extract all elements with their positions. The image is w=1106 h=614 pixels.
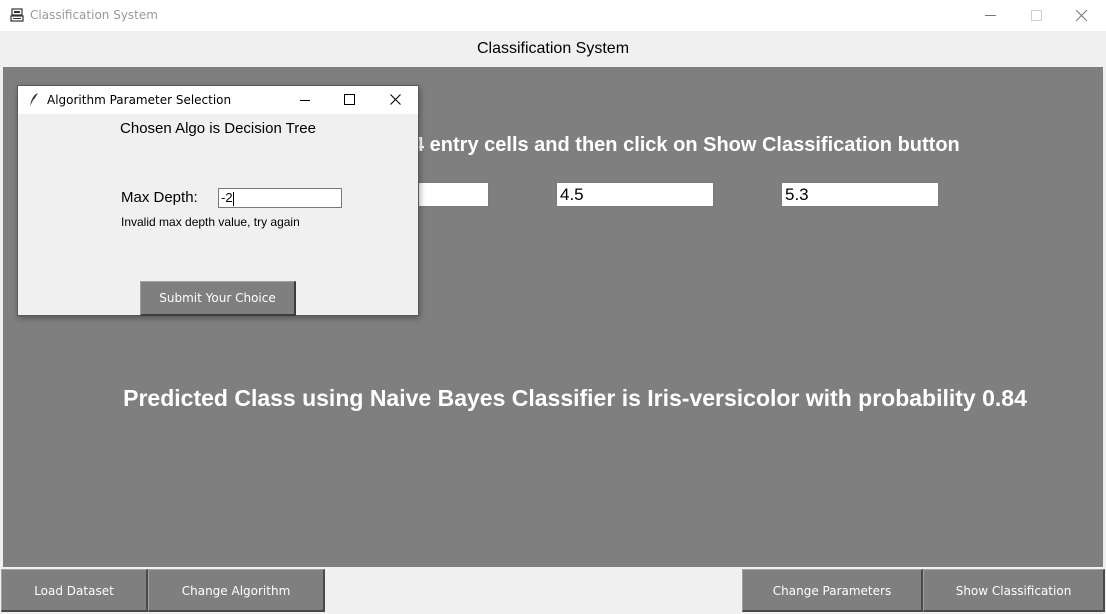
dialog-close-button[interactable] xyxy=(374,86,418,114)
prediction-text: Predicted Class using Naive Bayes Classi… xyxy=(123,385,1027,411)
feature-entry-4[interactable] xyxy=(781,182,939,207)
change-parameters-button[interactable]: Change Parameters xyxy=(742,569,923,612)
maximize-icon xyxy=(344,94,355,105)
show-classification-button[interactable]: Show Classification xyxy=(923,569,1105,612)
text-caret xyxy=(232,191,234,206)
minimize-icon xyxy=(300,100,310,101)
load-dataset-button[interactable]: Load Dataset xyxy=(1,569,148,612)
max-depth-label: Max Depth: xyxy=(121,189,198,206)
window-titlebar[interactable]: Classification System xyxy=(0,0,1106,32)
chosen-algo-label: Chosen Algo is Decision Tree xyxy=(120,120,316,137)
minimize-icon xyxy=(985,15,996,16)
feather-icon xyxy=(29,93,38,108)
dialog-maximize-button[interactable] xyxy=(328,86,372,114)
maximize-button[interactable] xyxy=(1014,0,1060,31)
max-depth-input[interactable]: -2 xyxy=(218,188,342,208)
header-label: Classification System xyxy=(0,31,1106,67)
feature-entry-3[interactable] xyxy=(556,182,714,207)
dialog-title: Algorithm Parameter Selection xyxy=(47,93,232,107)
parameter-dialog: Algorithm Parameter Selection Chosen Alg… xyxy=(17,85,419,316)
submit-choice-button[interactable]: Submit Your Choice xyxy=(140,281,296,316)
close-button[interactable] xyxy=(1059,0,1105,31)
maximize-icon xyxy=(1031,10,1042,21)
close-icon xyxy=(390,94,401,105)
window-title: Classification System xyxy=(30,8,158,22)
dialog-minimize-button[interactable] xyxy=(284,86,328,114)
minimize-button[interactable] xyxy=(968,0,1014,31)
app-icon xyxy=(10,8,24,22)
close-icon xyxy=(1076,10,1088,22)
dialog-titlebar[interactable]: Algorithm Parameter Selection xyxy=(18,86,418,114)
max-depth-value: -2 xyxy=(221,190,233,205)
change-algorithm-button[interactable]: Change Algorithm xyxy=(148,569,325,612)
instructions-label: 4 entry cells and then click on Show Cla… xyxy=(413,134,960,156)
error-message: Invalid max depth value, try again xyxy=(121,215,300,229)
